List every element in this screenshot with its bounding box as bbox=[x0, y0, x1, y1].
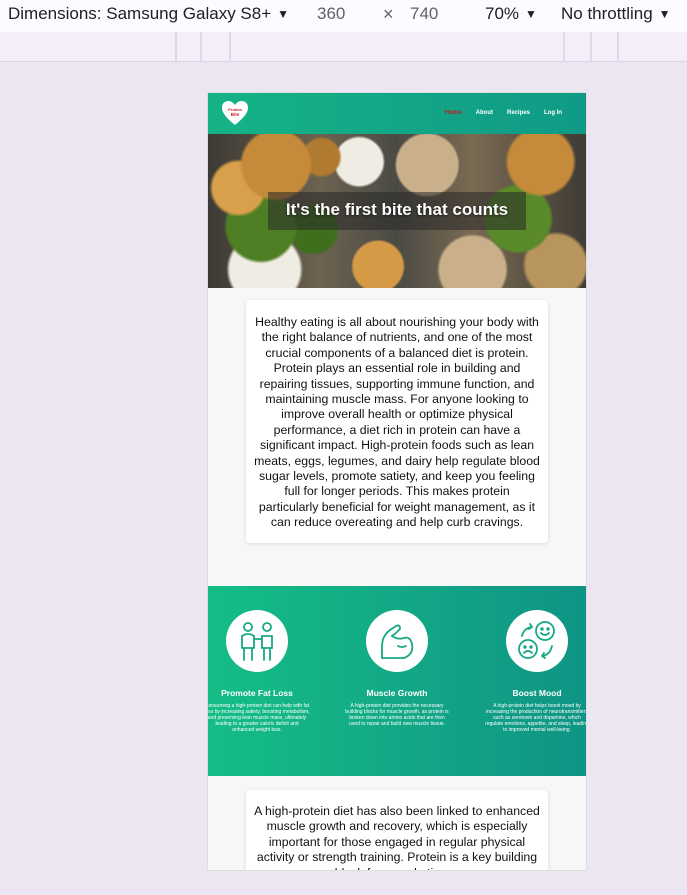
nav-home[interactable]: Home bbox=[445, 110, 462, 116]
benefit-text: Consuming a high-protein diet can help w… bbox=[208, 703, 310, 733]
throttle-label: No throttling bbox=[561, 4, 653, 23]
zoom-select[interactable]: 70% ▼ bbox=[485, 4, 537, 24]
second-card: A high-protein diet has also been linked… bbox=[246, 790, 548, 870]
mood-icon-circle bbox=[506, 610, 568, 672]
ruler-mark bbox=[590, 32, 592, 62]
ruler-mark bbox=[617, 32, 619, 62]
benefit-muscle: Muscle Growth A high-protein diet provid… bbox=[342, 610, 452, 727]
fat-loss-icon-circle bbox=[226, 610, 288, 672]
chevron-down-icon: ▼ bbox=[277, 7, 290, 21]
device-viewport: Protein Bite Home About Recipes Log In I… bbox=[208, 93, 586, 870]
benefit-text: A high-protein diet provides the necessa… bbox=[345, 703, 449, 727]
devtools-toolbar: Dimensions: Samsung Galaxy S8+ ▼ 360 × 7… bbox=[0, 0, 687, 32]
times-icon: × bbox=[383, 4, 394, 24]
fat-loss-icon bbox=[241, 622, 273, 661]
ruler-mark bbox=[563, 32, 565, 62]
intro-text: Healthy eating is all about nourishing y… bbox=[254, 315, 540, 530]
muscle-icon bbox=[381, 624, 414, 659]
nav-about[interactable]: About bbox=[476, 110, 493, 116]
chevron-down-icon: ▼ bbox=[658, 7, 671, 21]
ruler-mark bbox=[200, 32, 202, 62]
logo[interactable]: Protein Bite bbox=[221, 99, 249, 127]
ruler-mark bbox=[229, 32, 231, 62]
chevron-down-icon: ▼ bbox=[525, 7, 537, 21]
device-select[interactable]: Dimensions: Samsung Galaxy S8+ ▼ bbox=[8, 4, 289, 24]
nav-links: Home About Recipes Log In bbox=[431, 110, 562, 116]
benefit-fat-loss: Promote Fat Loss Consuming a high-protei… bbox=[208, 610, 312, 733]
benefit-mood: Boost Mood A high-protein diet helps boo… bbox=[482, 610, 586, 733]
width-input[interactable]: 360 bbox=[317, 4, 345, 24]
benefits-section: Promote Fat Loss Consuming a high-protei… bbox=[208, 586, 586, 776]
benefit-text: A high-protein diet helps boost mood by … bbox=[485, 703, 586, 733]
ruler-mark bbox=[175, 32, 177, 62]
mood-icon bbox=[518, 621, 555, 659]
nav-recipes[interactable]: Recipes bbox=[507, 110, 530, 116]
benefit-title: Boost Mood bbox=[512, 688, 562, 698]
heart-logo-icon: Protein Bite bbox=[222, 101, 248, 125]
hero-title: It's the first bite that counts bbox=[285, 200, 509, 219]
logo-text-2: Bite bbox=[231, 112, 240, 117]
media-query-ruler[interactable] bbox=[0, 32, 687, 62]
device-label: Dimensions: Samsung Galaxy S8+ bbox=[8, 4, 272, 23]
intro-card: Healthy eating is all about nourishing y… bbox=[246, 300, 548, 543]
nav-login[interactable]: Log In bbox=[544, 110, 562, 116]
benefit-title: Muscle Growth bbox=[366, 688, 428, 698]
throttle-select[interactable]: No throttling ▼ bbox=[561, 4, 671, 24]
hero-banner: It's the first bite that counts bbox=[208, 134, 586, 288]
second-card-text: A high-protein diet has also been linked… bbox=[254, 804, 540, 870]
muscle-icon-circle bbox=[366, 610, 428, 672]
site-navbar: Protein Bite Home About Recipes Log In bbox=[208, 93, 586, 134]
zoom-label: 70% bbox=[485, 4, 520, 23]
benefit-title: Promote Fat Loss bbox=[221, 688, 293, 698]
height-input[interactable]: 740 bbox=[410, 4, 438, 24]
